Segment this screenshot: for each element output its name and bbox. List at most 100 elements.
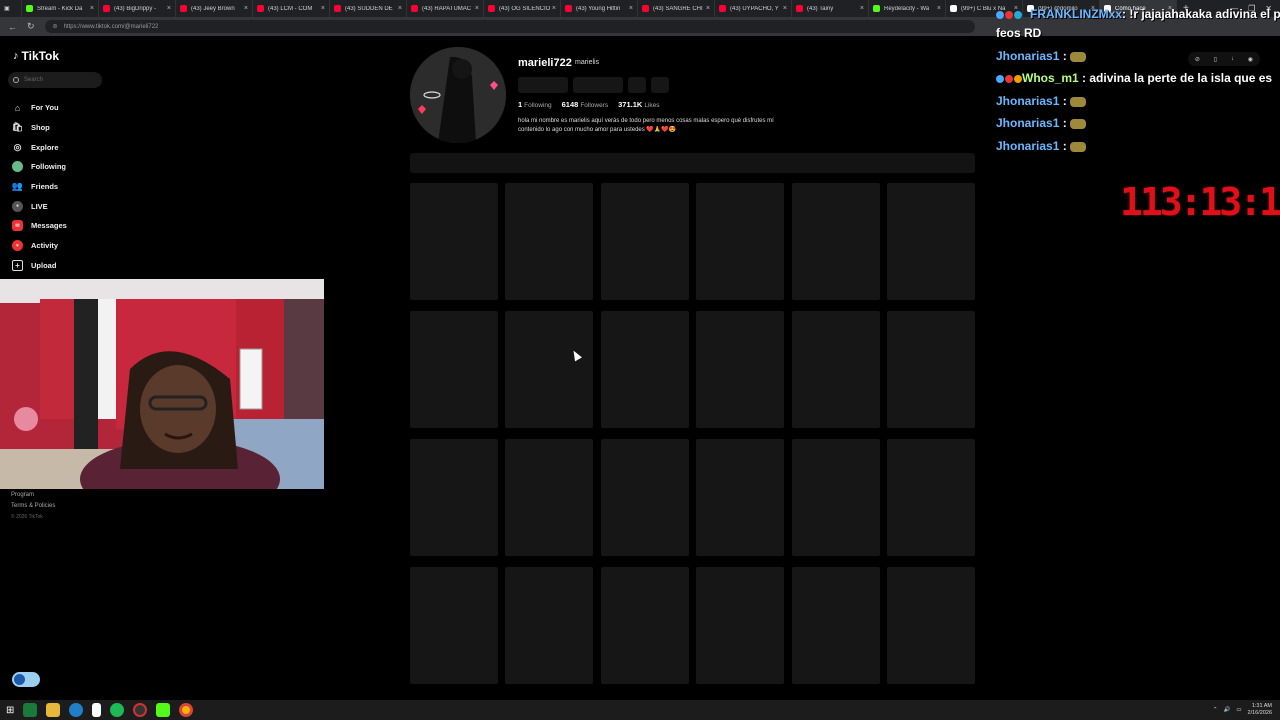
sidebar-item-explore[interactable]: ◎ Explore [12,137,67,157]
video-tile-placeholder[interactable] [600,439,689,556]
likes-count: 371.1K [618,100,643,109]
video-tile-placeholder[interactable] [696,311,785,428]
video-tile-placeholder[interactable] [791,439,880,556]
following-label: Following [524,102,552,109]
video-tile-placeholder[interactable] [886,439,975,556]
video-tile-placeholder[interactable] [696,183,785,300]
tab-label: (43) UYPACHO, Y [730,5,779,12]
sidebar-item-label: Friends [31,182,59,192]
edge-browser-icon[interactable] [69,703,84,717]
browser-tab[interactable]: (43) BigDrippy - × [99,0,176,17]
sidebar-item-for-you[interactable]: ⌂ For You [12,98,67,118]
video-tile-placeholder[interactable] [791,183,880,300]
browser-tab[interactable]: (43) LCM - COM × [253,0,330,17]
trash-icon[interactable]: ▯ [1214,56,1217,63]
obs-icon[interactable] [133,703,148,717]
download-icon[interactable]: ↓ [1231,56,1234,62]
browser-tab[interactable]: (43) SUDDEN DE × [330,0,407,17]
browser-tab[interactable]: (43) Young Hittin × [561,0,638,17]
video-tile-placeholder[interactable] [505,183,594,300]
sidebar-item-following[interactable]: Following [12,157,67,177]
browser-tab[interactable]: (43) UYPACHO, Y × [715,0,792,17]
tab-close-icon[interactable]: × [244,5,248,12]
sidebar-item-messages[interactable]: ✉ Messages [12,216,67,236]
follow-button[interactable] [518,77,568,93]
video-tile-placeholder[interactable] [410,311,498,428]
more-button[interactable] [651,77,669,93]
video-tile-placeholder[interactable] [791,567,880,684]
block-icon[interactable]: ⊘ [1195,56,1200,63]
tab-close-icon[interactable]: × [552,5,556,12]
video-tile-placeholder[interactable] [600,311,689,428]
sidebar-item-live[interactable]: ● LIVE [12,196,67,216]
video-tile-placeholder[interactable] [696,439,785,556]
kick-app-icon[interactable] [156,703,171,717]
followers-stat[interactable]: 6148 Followers [562,100,609,109]
video-tile-placeholder[interactable] [886,183,975,300]
chat-message: : [1059,48,1071,63]
search-input[interactable]: Search [8,72,102,88]
video-tile-placeholder[interactable] [886,311,975,428]
browser-menu-icon[interactable]: ▣ [0,0,22,17]
tab-close-icon[interactable]: × [90,5,94,12]
video-tile-placeholder[interactable] [600,567,689,684]
network-icon[interactable]: ▭ [1236,707,1241,713]
spotify-icon[interactable] [110,703,125,717]
footer-program-link[interactable]: Program [11,490,55,501]
video-tile-placeholder[interactable] [886,567,975,684]
reload-icon[interactable]: ↻ [27,21,35,32]
tab-close-icon[interactable]: × [629,5,633,12]
taskbar-clock[interactable]: 1:31 AM 2/16/2026 [1248,703,1272,717]
sidebar-item-activity[interactable]: ♥ Activity [12,236,67,256]
tab-close-icon[interactable]: × [860,5,864,12]
browser-tab[interactable]: Stream - Kick Da × [22,0,99,17]
chrome-icon[interactable] [179,703,194,717]
message-button[interactable] [573,77,623,93]
site-info-icon[interactable]: ⊜ [53,23,58,30]
browser-tab[interactable]: Reydelacity - Wa × [869,0,946,17]
browser-tab[interactable]: (43) OG SILENCIO × [484,0,561,17]
overlay-toggle[interactable] [12,672,40,687]
windows-start-icon[interactable]: ⊞ [6,705,14,716]
sidebar-item-shop[interactable]: 🛍 Shop [12,118,67,138]
tab-close-icon[interactable]: × [398,5,402,12]
browser-tab[interactable]: (43) Jeey Brown × [176,0,253,17]
video-tile-placeholder[interactable] [791,311,880,428]
webcam-overlay [0,279,324,489]
video-tile-placeholder[interactable] [410,439,498,556]
url-field[interactable]: ⊜ https://www.tiktok.com/@marieli722 [44,20,975,33]
profile-avatar[interactable] [410,47,506,143]
tab-close-icon[interactable]: × [706,5,710,12]
footer-terms-link[interactable]: Terms & Policies [11,501,55,512]
sidebar-item-label: Messages [31,221,67,231]
following-stat[interactable]: 1 Following [518,100,552,109]
tab-close-icon[interactable]: × [167,5,171,12]
file-explorer-icon[interactable] [46,703,61,717]
browser-tab[interactable]: (43) Tainy × [792,0,869,17]
tab-close-icon[interactable]: × [475,5,479,12]
video-tile-placeholder[interactable] [600,183,689,300]
tab-close-icon[interactable]: × [321,5,325,12]
video-tile-placeholder[interactable] [505,311,594,428]
tab-label: (43) SANGRE CHI [653,5,703,12]
tiktok-logo[interactable]: ♪ TikTok [13,49,59,63]
browser-tab[interactable]: (43) RAPATUMAC × [407,0,484,17]
avatar-icon[interactable]: ◉ [1248,56,1253,63]
volume-icon[interactable]: 🔊 [1223,707,1230,713]
tray-chevron-icon[interactable]: ⌃ [1213,707,1218,713]
sidebar-item-upload[interactable]: + Upload [12,256,67,276]
suggest-button[interactable] [628,77,646,93]
browser-tab[interactable]: (43) SANGRE CHI × [638,0,715,17]
notepad-icon[interactable] [92,703,102,717]
terminal-app-icon[interactable] [23,703,38,717]
video-tile-placeholder[interactable] [410,183,498,300]
video-tile-placeholder[interactable] [505,439,594,556]
video-tile-placeholder[interactable] [410,567,498,684]
tab-close-icon[interactable]: × [783,5,787,12]
tab-close-icon[interactable]: × [937,5,941,12]
sidebar-item-friends[interactable]: 👥 Friends [12,177,67,197]
video-tile-placeholder[interactable] [505,567,594,684]
clock-time: 1:31 AM [1251,703,1272,709]
back-icon[interactable]: ← [8,22,17,32]
video-tile-placeholder[interactable] [696,567,785,684]
